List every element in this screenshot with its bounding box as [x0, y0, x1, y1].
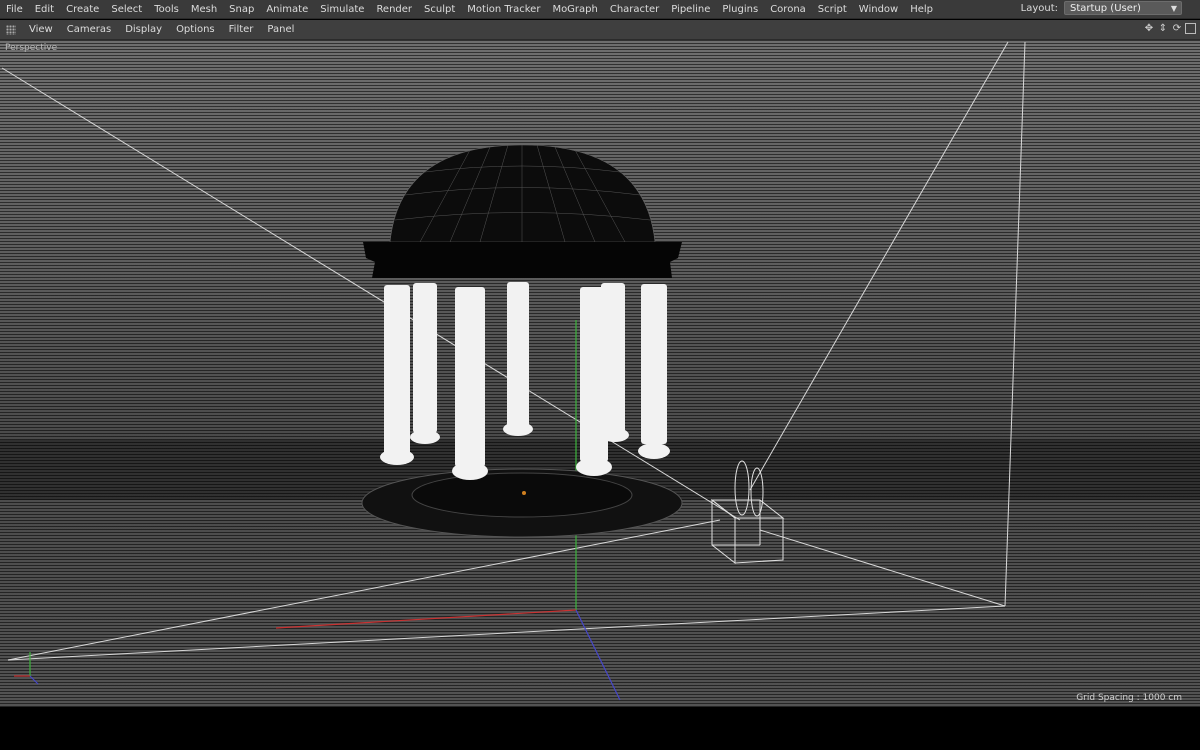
menu-script[interactable]: Script	[812, 0, 853, 19]
menu-help[interactable]: Help	[904, 0, 939, 19]
menu-character[interactable]: Character	[604, 0, 665, 19]
gazebo-cornice	[363, 242, 682, 278]
menu-create[interactable]: Create	[60, 0, 105, 19]
viewport-menu-display[interactable]: Display	[118, 20, 169, 40]
viewport-nav-icons: ✥ ⇕ ⟳	[1143, 23, 1196, 35]
menu-edit[interactable]: Edit	[29, 0, 60, 19]
chevron-down-icon: ▼	[1170, 4, 1177, 13]
maximize-icon[interactable]	[1185, 23, 1196, 34]
menu-sculpt[interactable]: Sculpt	[418, 0, 461, 19]
menu-pipeline[interactable]: Pipeline	[665, 0, 716, 19]
layout-value: Startup (User)	[1070, 3, 1141, 14]
viewport-menu-panel[interactable]: Panel	[260, 20, 301, 40]
viewport-menu-options[interactable]: Options	[169, 20, 222, 40]
menu-bar: File Edit Create Select Tools Mesh Snap …	[0, 0, 1200, 19]
grid-spacing-readout: Grid Spacing : 1000 cm	[1076, 693, 1182, 703]
scene-origin-dot	[522, 491, 526, 495]
menu-motion-tracker[interactable]: Motion Tracker	[461, 0, 546, 19]
gazebo-step	[411, 472, 633, 518]
menu-snap[interactable]: Snap	[223, 0, 260, 19]
gazebo-dome	[389, 144, 656, 243]
menu-select[interactable]: Select	[105, 0, 148, 19]
menu-window[interactable]: Window	[853, 0, 904, 19]
grip-icon[interactable]	[6, 24, 16, 35]
perspective-viewport[interactable]: Perspective Grid Spacing : 1000 cm	[0, 40, 1200, 707]
layout-label: Layout:	[1020, 2, 1058, 14]
menu-tools[interactable]: Tools	[148, 0, 185, 19]
scene-wireframe	[0, 41, 1200, 701]
viewport-label: Perspective	[5, 43, 58, 53]
menu-mesh[interactable]: Mesh	[185, 0, 223, 19]
z-axis-line	[575, 609, 621, 701]
x-axis-line	[275, 609, 577, 629]
menu-file[interactable]: File	[0, 0, 29, 19]
viewport-menu-cameras[interactable]: Cameras	[60, 20, 118, 40]
menu-animate[interactable]: Animate	[260, 0, 314, 19]
zoom-icon[interactable]: ⇕	[1157, 23, 1169, 35]
viewport-menu-filter[interactable]: Filter	[222, 20, 261, 40]
layout-dropdown[interactable]: Startup (User) ▼	[1064, 1, 1182, 15]
cinema4d-window: File Edit Create Select Tools Mesh Snap …	[0, 0, 1200, 750]
layout-selector: Layout: Startup (User) ▼	[1021, 1, 1182, 15]
menu-corona[interactable]: Corona	[764, 0, 812, 19]
menu-simulate[interactable]: Simulate	[314, 0, 370, 19]
rotate-icon[interactable]: ⟳	[1171, 23, 1183, 35]
viewport-menu-view[interactable]: View	[22, 20, 60, 40]
viewport-menu-bar: View Cameras Display Options Filter Pane…	[0, 20, 1200, 40]
menu-mograph[interactable]: MoGraph	[546, 0, 603, 19]
menu-plugins[interactable]: Plugins	[716, 0, 764, 19]
move-icon[interactable]: ✥	[1143, 23, 1155, 35]
bottom-strip	[0, 707, 1200, 750]
menu-render[interactable]: Render	[370, 0, 418, 19]
